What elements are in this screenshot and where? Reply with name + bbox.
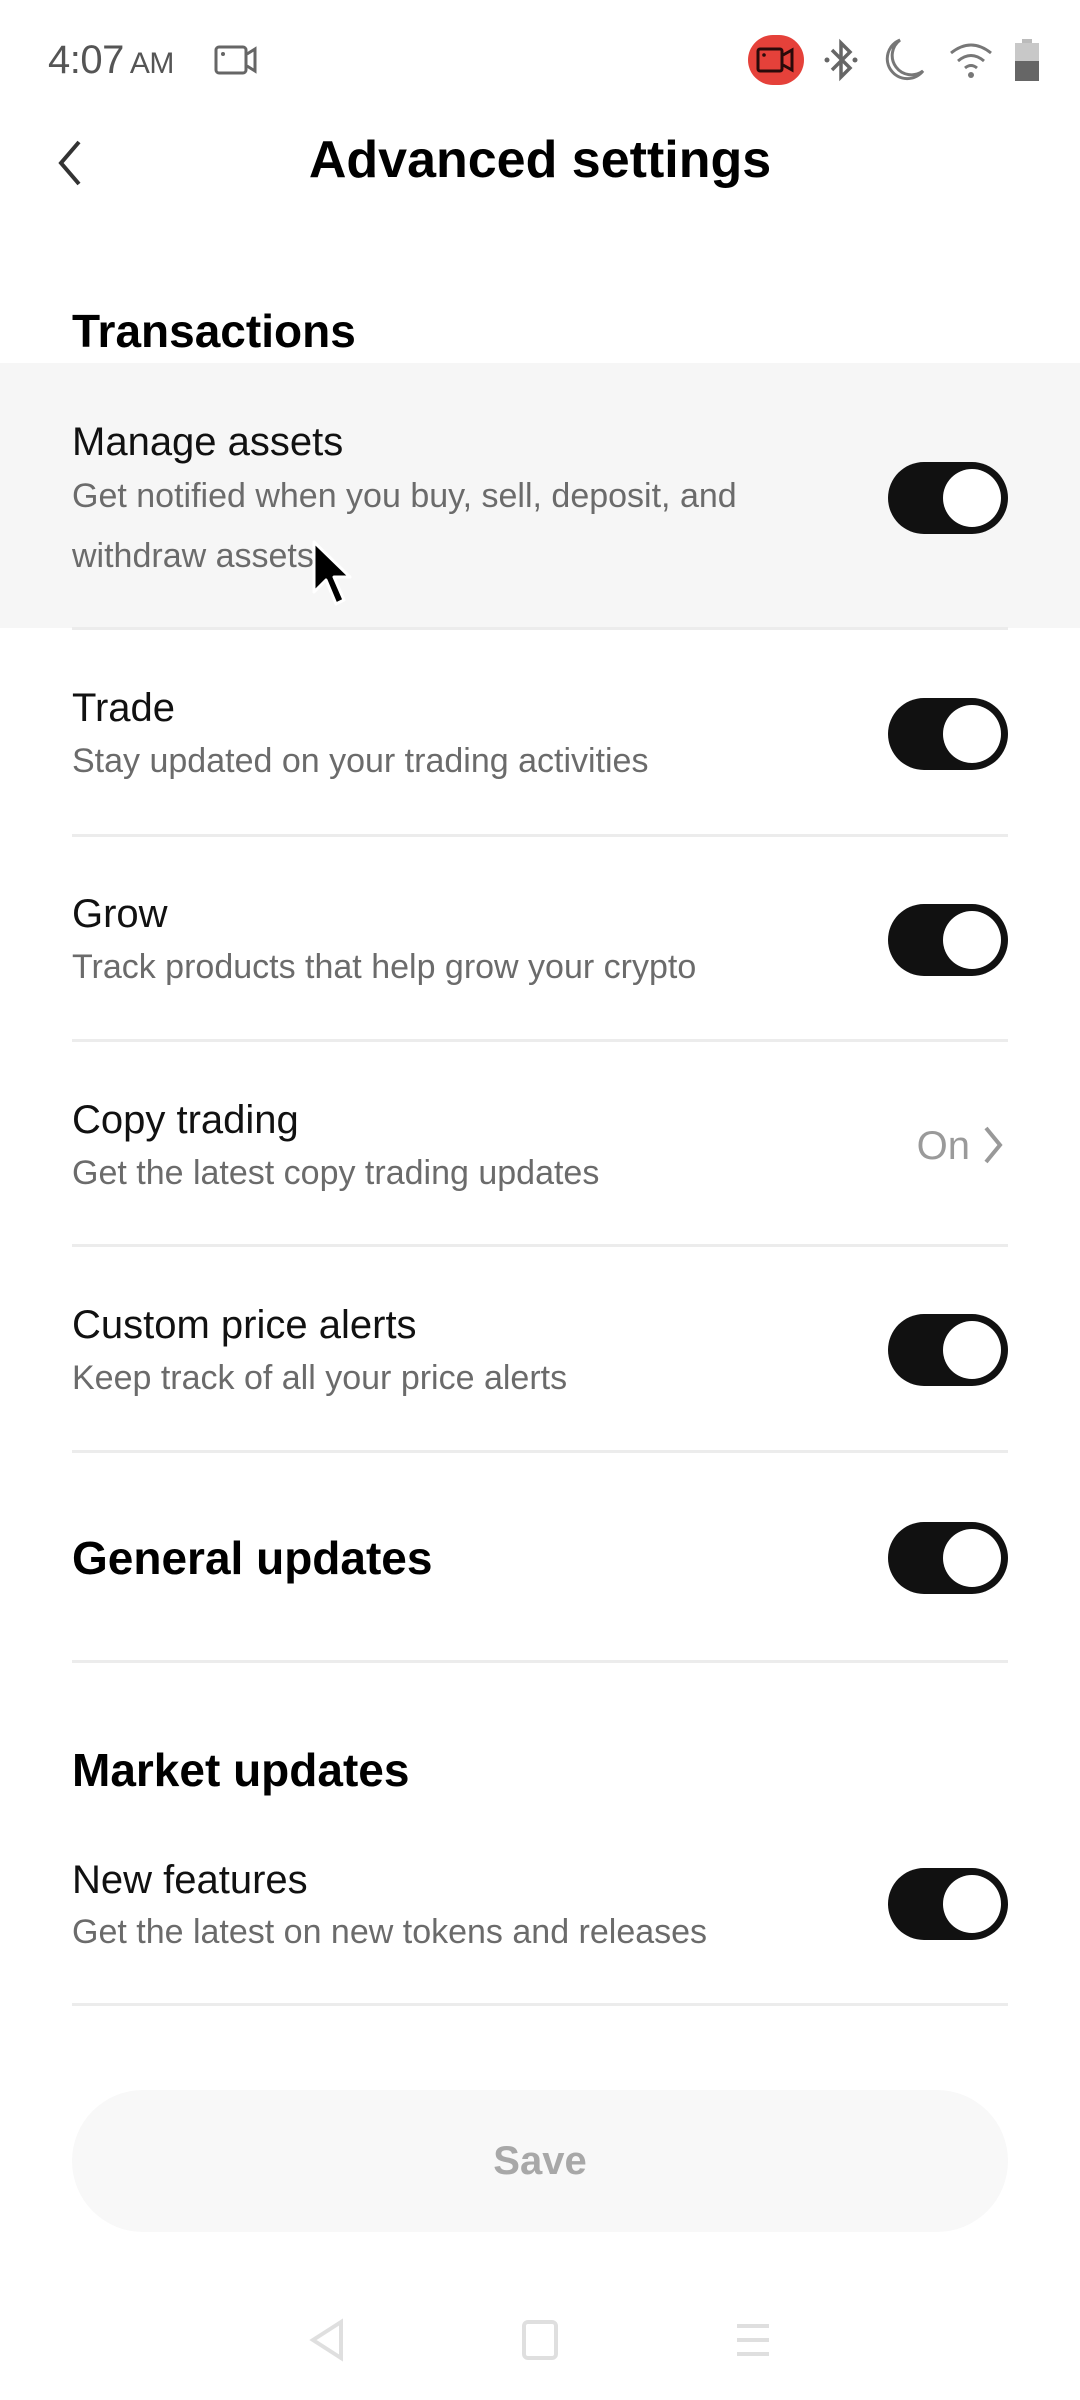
setting-subtitle: Keep track of all your price alerts	[72, 1359, 568, 1397]
setting-title: Manage assets	[72, 420, 344, 464]
section-heading-general-updates: General updates	[72, 1532, 433, 1584]
divider	[72, 1039, 1008, 1042]
screen-record-active-icon	[748, 35, 804, 85]
toggle-knob	[943, 911, 1001, 969]
toggle-new-features[interactable]	[888, 1868, 1008, 1940]
divider	[72, 834, 1008, 837]
toggle-grow[interactable]	[888, 904, 1008, 976]
recents-nav-icon[interactable]	[733, 2318, 773, 2362]
system-navigation-bar	[0, 2300, 1080, 2380]
setting-title: Custom price alerts	[72, 1303, 417, 1347]
back-nav-icon[interactable]	[307, 2318, 347, 2362]
divider	[72, 1450, 1008, 1453]
setting-subtitle: withdraw assets	[72, 537, 314, 575]
setting-title: Grow	[72, 892, 168, 936]
status-time-ampm: AM	[129, 47, 175, 80]
divider	[72, 1244, 1008, 1247]
setting-subtitle: Get notified when you buy, sell, deposit…	[72, 477, 737, 515]
setting-title: Trade	[72, 686, 176, 730]
bluetooth-icon	[824, 38, 858, 82]
setting-subtitle: Stay updated on your trading activities	[72, 742, 649, 780]
section-heading-transactions: Transactions	[72, 305, 356, 357]
chevron-right-icon[interactable]	[978, 1122, 1008, 1168]
page-title: Advanced settings	[308, 131, 772, 189]
toggle-knob	[943, 1529, 1001, 1587]
setting-subtitle: Get the latest copy trading updates	[72, 1154, 600, 1192]
do-not-disturb-moon-icon	[885, 38, 925, 81]
toggle-trade[interactable]	[888, 698, 1008, 770]
setting-title: New features	[72, 1858, 308, 1902]
screen-record-icon	[214, 45, 257, 75]
toggle-general-updates[interactable]	[888, 1522, 1008, 1594]
home-nav-icon[interactable]	[520, 2318, 560, 2362]
wifi-icon	[950, 43, 992, 78]
setting-title: Copy trading	[72, 1098, 299, 1142]
save-button[interactable]: Save	[72, 2090, 1008, 2232]
toggle-custom-price-alerts[interactable]	[888, 1314, 1008, 1386]
setting-subtitle: Get the latest on new tokens and release…	[72, 1913, 708, 1951]
divider	[72, 2003, 1008, 2006]
toggle-knob	[943, 1321, 1001, 1379]
divider	[72, 1660, 1008, 1663]
status-icons	[748, 32, 1040, 88]
toggle-knob	[943, 469, 1001, 527]
battery-icon	[1015, 39, 1039, 81]
section-heading-market-updates: Market updates	[72, 1744, 410, 1796]
status-time-value: 4:07	[48, 38, 124, 82]
setting-subtitle: Track products that help grow your crypt…	[72, 948, 697, 986]
toggle-knob	[943, 705, 1001, 763]
copy-trading-status[interactable]: On	[917, 1124, 970, 1169]
status-time: 4:07 AM	[48, 38, 174, 83]
toggle-knob	[943, 1875, 1001, 1933]
mouse-pointer-icon	[312, 540, 352, 606]
toggle-manage-assets[interactable]	[888, 462, 1008, 534]
divider	[72, 627, 1008, 630]
